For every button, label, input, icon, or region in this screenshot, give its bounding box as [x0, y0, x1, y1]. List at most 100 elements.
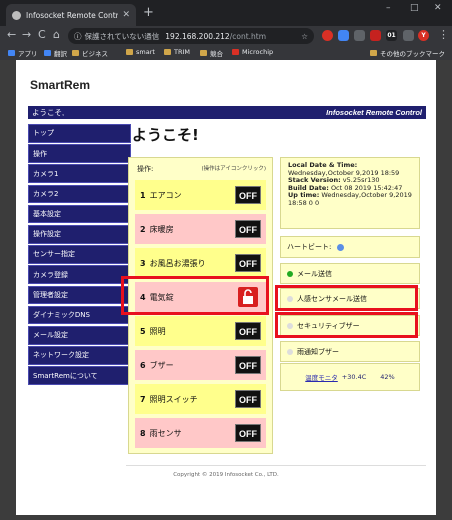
sidebar-menu: トップ 操作 カメラ1 カメラ2 基本設定 操作設定 センサー指定 カメラ登録 管理者設定 ダイナ…: [28, 124, 131, 386]
sidebar-menu-item[interactable]: カメラ2: [28, 184, 131, 204]
browser-toolbar: ← → C ⌂ ⓘ 保護されていない通信 192.168.200.212 /co…: [0, 26, 452, 46]
forward-button[interactable]: →: [22, 28, 31, 41]
control-row: 1 エアコン OFF: [135, 180, 266, 210]
welcome-text: ようこそ,: [32, 108, 65, 117]
bookmark-item[interactable]: ビジネス: [72, 48, 108, 58]
sidebar-menu-item[interactable]: 操作: [28, 144, 131, 163]
brand-logo: SmartRem: [30, 78, 91, 92]
profile-avatar[interactable]: Y: [418, 30, 429, 41]
control-name: 雨センサ: [149, 428, 182, 438]
sidebar-menu-item[interactable]: センサー指定: [28, 245, 131, 264]
tab-title: Infosocket Remote Control: [26, 10, 119, 20]
bookmark-item[interactable]: TRIM: [164, 48, 190, 56]
sidebar-menu-item[interactable]: カメラ1: [28, 164, 131, 184]
status-row: メール送信: [280, 263, 420, 284]
maximize-button[interactable]: □: [410, 3, 419, 13]
heartbeat-row: ハートビート:: [280, 236, 420, 258]
info-icon: ⓘ: [74, 31, 82, 41]
bookmark-item[interactable]: アプリ: [8, 48, 38, 58]
sidebar-menu-item[interactable]: ダイナミックDNS: [28, 305, 131, 325]
control-toggle-button[interactable]: OFF: [235, 322, 261, 340]
translate-icon: [44, 50, 51, 56]
control-row: 5 照明 OFF: [135, 316, 266, 346]
highlight-security-buzzer: [275, 312, 418, 338]
product-name: Infosocket Remote Control: [326, 108, 422, 117]
folder-icon: [72, 50, 79, 56]
sidebar-menu-item[interactable]: ネットワーク設定: [28, 346, 131, 365]
control-number: 2: [140, 224, 146, 234]
home-button[interactable]: ⌂: [53, 28, 60, 41]
status-label: 雨通知ブザー: [297, 347, 339, 356]
control-number: 3: [140, 258, 146, 268]
folder-icon: [200, 50, 207, 56]
temperature-value: +30.4C: [341, 373, 367, 381]
browser-tab[interactable]: Infosocket Remote Control ✕: [6, 4, 136, 26]
address-bar[interactable]: ⓘ 保護されていない通信 192.168.200.212 /cont.htm ☆: [68, 28, 314, 44]
extension-puzzle-icon[interactable]: [403, 30, 414, 41]
control-number: 6: [140, 360, 146, 370]
bookmark-item[interactable]: Microchip: [232, 48, 273, 56]
extension-blue-icon[interactable]: [338, 30, 349, 41]
bookmark-item[interactable]: smart: [126, 48, 155, 56]
control-toggle-button[interactable]: OFF: [235, 220, 261, 238]
close-window-button[interactable]: ✕: [434, 3, 442, 13]
new-tab-button[interactable]: +: [143, 5, 154, 20]
status-label: メール送信: [297, 269, 332, 278]
control-name: 照明スイッチ: [149, 394, 198, 404]
sidebar-menu-item[interactable]: カメラ登録: [28, 265, 131, 284]
control-toggle-button[interactable]: OFF: [235, 254, 261, 272]
bookmark-star-icon[interactable]: ☆: [301, 32, 308, 41]
bookmark-item[interactable]: 翻訳: [44, 48, 67, 58]
url-host: 192.168.200.212: [165, 31, 230, 41]
highlight-motion-mail: [275, 285, 418, 311]
system-info-panel: Local Date & Time: Wednesday,October 9,2…: [280, 157, 420, 229]
control-row: 3 お風呂お湯張り OFF: [135, 248, 266, 278]
control-toggle-button[interactable]: OFF: [235, 356, 261, 374]
browser-tab-strip: Infosocket Remote Control ✕ + – □ ✕: [0, 0, 452, 26]
control-header: 操作: (操作はアイコンクリック): [137, 164, 266, 174]
control-number: 5: [140, 326, 146, 336]
extension-badge[interactable]: 01: [386, 30, 397, 41]
folder-icon: [126, 49, 133, 55]
controls-label: 操作:: [137, 165, 154, 173]
control-toggle-button[interactable]: OFF: [235, 390, 261, 408]
minimize-button[interactable]: –: [386, 3, 391, 13]
other-bookmarks[interactable]: その他のブックマーク: [370, 48, 445, 58]
sidebar-menu-item[interactable]: 操作設定: [28, 224, 131, 244]
control-toggle-button[interactable]: OFF: [235, 424, 261, 442]
control-name: お風呂お湯張り: [149, 258, 206, 268]
control-row: 7 照明スイッチ OFF: [135, 384, 266, 414]
chrome-menu-icon[interactable]: ⋮: [438, 28, 449, 41]
folder-icon: [164, 49, 171, 55]
extension-gray-icon[interactable]: [354, 30, 365, 41]
sidebar-menu-item[interactable]: トップ: [28, 124, 131, 143]
extension-flag-icon[interactable]: [370, 30, 381, 41]
local-date-label: Local Date & Time:: [288, 161, 358, 169]
controls-hint: (操作はアイコンクリック): [201, 166, 266, 172]
folder-icon: [370, 50, 377, 56]
footer: Copyright © 2019 Infosocket Co., LTD.: [173, 472, 279, 478]
apps-icon: [8, 50, 15, 56]
tab-close-icon[interactable]: ✕: [122, 10, 130, 20]
temperature-monitor-link[interactable]: 温度モニタ: [305, 372, 338, 382]
sidebar-menu-item[interactable]: SmartRemについて: [28, 366, 131, 385]
favicon-icon: [12, 10, 21, 20]
extension-red-icon[interactable]: [322, 30, 333, 41]
page-viewport: SmartRem ようこそ, Infosocket Remote Control…: [16, 60, 436, 515]
microchip-icon: [232, 49, 239, 55]
control-name: ブザー: [149, 360, 174, 370]
temperature-row: 温度モニタ +30.4C 42%: [280, 363, 420, 391]
reload-button[interactable]: C: [38, 28, 46, 41]
footer-divider: [126, 465, 426, 466]
bookmark-item[interactable]: 競合: [200, 48, 223, 58]
sidebar-menu-item[interactable]: 管理者設定: [28, 285, 131, 305]
status-indicator-icon: [287, 348, 293, 355]
control-row: 2 床暖房 OFF: [135, 214, 266, 244]
control-toggle-button[interactable]: OFF: [235, 186, 261, 204]
back-button[interactable]: ←: [7, 28, 16, 41]
control-number: 1: [140, 190, 146, 200]
sidebar-menu-item[interactable]: 基本設定: [28, 204, 131, 224]
control-number: 7: [140, 394, 146, 404]
sidebar-menu-item[interactable]: メール設定: [28, 325, 131, 345]
url-path: /cont.htm: [229, 31, 267, 41]
